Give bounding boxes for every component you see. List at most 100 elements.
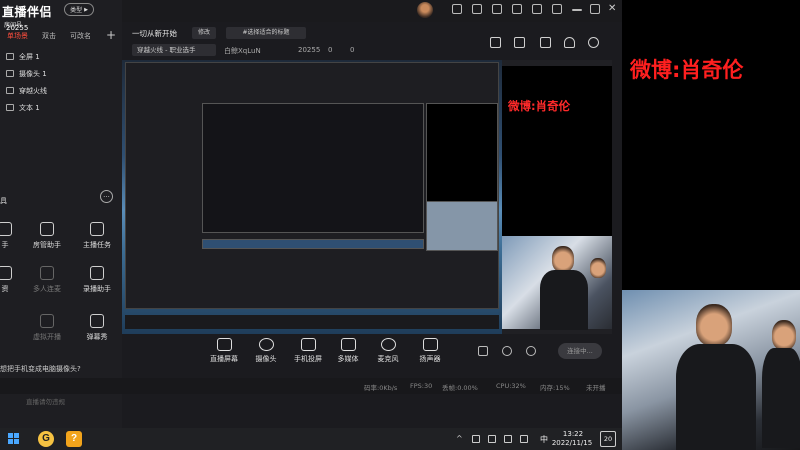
tab-double-click[interactable]: 双击 [35, 30, 63, 42]
menu-icon[interactable] [552, 4, 562, 14]
task-icon [90, 222, 104, 236]
text-icon [6, 104, 14, 111]
tool-multi-mic[interactable]: 多人连麦 [22, 266, 72, 294]
notification-badge[interactable]: 20 [600, 431, 616, 447]
stream-preview[interactable] [122, 60, 502, 334]
host-name: 白鲸XqLuN [224, 47, 261, 55]
resource-icon [0, 266, 12, 280]
tool-label: 弹幕秀 [86, 333, 108, 341]
camera-preview [502, 236, 612, 330]
status-bar: 码率:0Kb/s FPS:30 丢帧:0.00% CPU:32% 内存:15% … [0, 378, 622, 394]
control-label: 多媒体 [337, 355, 359, 363]
add-scene-icon[interactable]: + [106, 28, 116, 42]
phone-camera-tip[interactable]: 想把手机变成电脑摄像头? [0, 358, 122, 380]
nested-camera [426, 201, 498, 251]
minimize-icon[interactable] [572, 9, 582, 11]
person-body [676, 344, 756, 450]
webcam-button[interactable]: 摄像头 [246, 338, 286, 364]
tool-room-admin[interactable]: 房管助手 [22, 222, 72, 250]
phone-cast-icon [300, 338, 316, 351]
tools-title: 具 [0, 197, 7, 205]
weibo-text: 微博:肖奇伦 [630, 58, 744, 82]
room-admin-icon [40, 222, 54, 236]
fps-stat: FPS:30 [410, 382, 433, 390]
share-icon[interactable] [588, 37, 599, 48]
taskbar-app-g[interactable]: G [38, 431, 54, 447]
tray-network-icon[interactable] [488, 435, 496, 443]
microphone-button[interactable]: 麦克风 [368, 338, 408, 364]
person-head [772, 320, 796, 350]
screen-share-icon [216, 338, 232, 351]
tool-virtual[interactable]: 虚拟开播 [22, 314, 72, 342]
chevron-up-icon[interactable]: ^ [456, 435, 464, 443]
person-head [590, 258, 606, 278]
avatar[interactable] [417, 2, 433, 18]
source-item-game[interactable]: 穿越火线 [6, 82, 118, 99]
source-item-fullscreen[interactable]: 全屏 1 [6, 48, 118, 65]
viewer-count: 0 [350, 46, 355, 54]
source-label: 文本 1 [19, 103, 40, 112]
record-video-icon[interactable] [478, 346, 488, 356]
box-icon[interactable] [512, 4, 522, 14]
screen: 直播伴侣 房间号 20255 类型 ▶ 单场景 双击 可改名 + 全屏 1 摄像… [0, 0, 800, 450]
clock-date[interactable]: 2022/11/15 [542, 439, 602, 447]
tool-danmaku[interactable]: 弹幕秀 [72, 314, 122, 342]
tray-monitor-icon[interactable] [520, 435, 528, 443]
tool-task[interactable]: 主播任务 [72, 222, 122, 250]
title-bar: ✕ [122, 0, 622, 22]
bitrate-stat: 码率:0Kb/s [364, 384, 398, 392]
bell-icon[interactable] [564, 37, 575, 48]
gift-icon[interactable] [490, 37, 501, 48]
type-button[interactable]: 类型 ▶ [64, 3, 94, 16]
room-title: 一切从新开始 [132, 29, 177, 38]
multi-mic-icon [40, 266, 54, 280]
maximize-icon[interactable] [590, 4, 600, 14]
close-icon[interactable]: ✕ [608, 4, 618, 14]
microphone-icon [380, 338, 396, 351]
taskbar-app-help[interactable]: ? [66, 431, 82, 447]
edit-title-button[interactable]: 修改 [192, 27, 216, 39]
camera-icon [6, 70, 14, 77]
media-button[interactable]: 多媒体 [328, 338, 368, 364]
windows-start-icon[interactable] [8, 433, 20, 445]
control-label: 手机投屏 [294, 355, 322, 363]
tab-rename[interactable]: 可改名 [63, 30, 98, 42]
tray-mic-icon[interactable] [472, 435, 480, 443]
hand-icon [0, 222, 12, 236]
more-tools-icon[interactable]: ··· [100, 190, 113, 203]
window-icon[interactable] [540, 37, 551, 48]
control-label: 麦克风 [377, 355, 399, 363]
settings-icon[interactable] [526, 346, 536, 356]
start-live-button[interactable]: 连接中... [558, 343, 602, 359]
tray-speaker-icon[interactable] [504, 435, 512, 443]
eye-icon[interactable] [502, 346, 512, 356]
tool-record[interactable]: 录播助手 [72, 266, 122, 294]
phone-cast-button[interactable]: 手机投屏 [288, 338, 328, 364]
tag-button[interactable]: #选择适合的标题 [226, 27, 306, 39]
filter-icon[interactable] [532, 4, 542, 14]
media-icon [340, 338, 356, 351]
monitor-icon [6, 53, 14, 60]
source-label: 摄像头 1 [19, 69, 47, 78]
tool-label: 房管助手 [33, 241, 61, 249]
shirt-icon[interactable] [472, 4, 482, 14]
app-logo: 直播伴侣 [2, 5, 53, 19]
source-label: 穿越火线 [19, 86, 47, 95]
message-icon[interactable] [492, 4, 502, 14]
tool-label: 多人连麦 [33, 285, 61, 293]
category-selector[interactable]: 穿越火线 - 职业选手 [132, 44, 216, 56]
speaker-button[interactable]: 扬声器 [410, 338, 450, 364]
nested-preview [202, 103, 424, 233]
virtual-icon [40, 314, 54, 328]
unlock-icon[interactable] [514, 37, 525, 48]
source-list: 全屏 1 摄像头 1 穿越火线 文本 1 [6, 48, 118, 116]
tool-label: 录播助手 [83, 285, 111, 293]
screen-share-button[interactable]: 直播屏幕 [204, 338, 244, 364]
scene-tabs: 单场景 双击 可改名 [0, 30, 122, 42]
clock-time[interactable]: 13:22 [548, 430, 598, 438]
source-item-camera[interactable]: 摄像头 1 [6, 65, 118, 82]
source-item-text[interactable]: 文本 1 [6, 99, 118, 116]
control-label: 摄像头 [255, 355, 277, 363]
tab-single-scene[interactable]: 单场景 [0, 30, 35, 42]
headset-icon[interactable] [452, 4, 462, 14]
